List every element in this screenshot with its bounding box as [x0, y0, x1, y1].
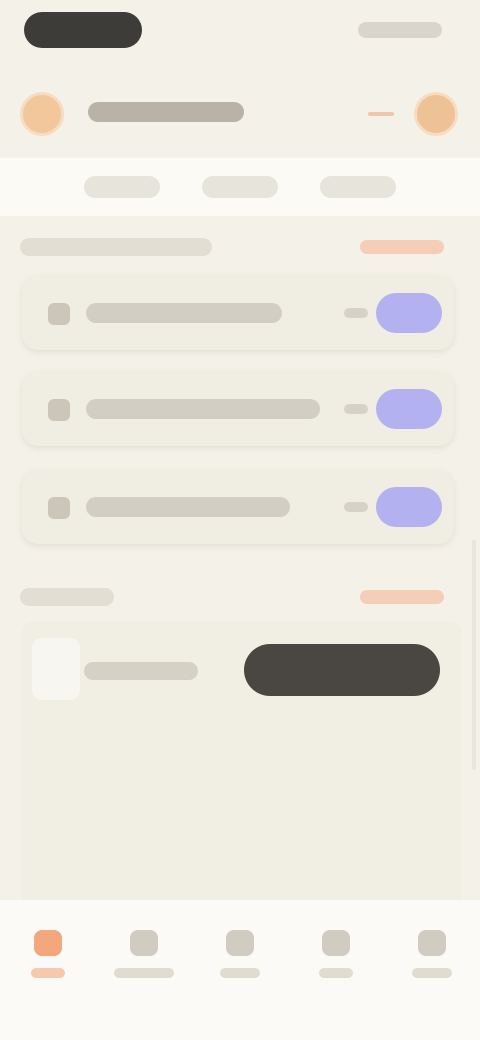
panel-label	[84, 662, 198, 680]
see-all-link[interactable]	[360, 240, 444, 254]
nav-label	[319, 968, 353, 978]
panel-thumbnail	[32, 638, 80, 700]
user-icon	[418, 930, 446, 956]
tab-3[interactable]	[320, 176, 396, 198]
profile-icon[interactable]	[414, 92, 458, 136]
nav-item-calendar[interactable]	[288, 900, 384, 1000]
header-indicator	[368, 112, 394, 116]
section-title	[20, 588, 114, 606]
nav-label	[114, 968, 174, 978]
grid-icon	[130, 930, 158, 956]
item-icon	[48, 399, 70, 421]
calendar-icon	[322, 930, 350, 956]
nav-item-bookmark[interactable]	[192, 900, 288, 1000]
nav-label	[220, 968, 260, 978]
card-meta	[344, 502, 368, 512]
section-header-one	[0, 232, 480, 262]
bookmark-icon	[226, 930, 254, 956]
list-card[interactable]	[22, 372, 454, 446]
card-title	[86, 497, 290, 517]
list-card[interactable]	[22, 470, 454, 544]
bottom-nav	[0, 900, 480, 1040]
list-card[interactable]	[22, 276, 454, 350]
card-title	[86, 303, 282, 323]
card-action-button[interactable]	[376, 487, 442, 527]
item-icon	[48, 303, 70, 325]
section-header-two	[0, 582, 480, 612]
status-bar	[0, 0, 480, 62]
tab-bar	[0, 158, 480, 216]
card-action-button[interactable]	[376, 389, 442, 429]
panel-action-button[interactable]	[244, 644, 440, 696]
scrollbar[interactable]	[472, 540, 476, 770]
card-meta	[344, 404, 368, 414]
card-meta	[344, 308, 368, 318]
app-title	[88, 102, 244, 122]
app-header	[0, 80, 480, 144]
home-icon	[34, 930, 62, 956]
user-avatar-icon[interactable]	[20, 92, 64, 136]
card-title	[86, 399, 320, 419]
status-indicators	[358, 22, 442, 38]
status-time-pill	[24, 12, 142, 48]
nav-item-home[interactable]	[0, 900, 96, 1000]
nav-item-user[interactable]	[384, 900, 480, 1000]
see-all-link[interactable]	[360, 590, 444, 604]
nav-label	[412, 968, 452, 978]
section-title	[20, 238, 212, 256]
tab-2[interactable]	[202, 176, 278, 198]
item-icon	[48, 497, 70, 519]
nav-item-grid[interactable]	[96, 900, 192, 1000]
card-action-button[interactable]	[376, 293, 442, 333]
nav-label	[31, 968, 65, 978]
tab-1[interactable]	[84, 176, 160, 198]
content-panel	[22, 622, 462, 900]
